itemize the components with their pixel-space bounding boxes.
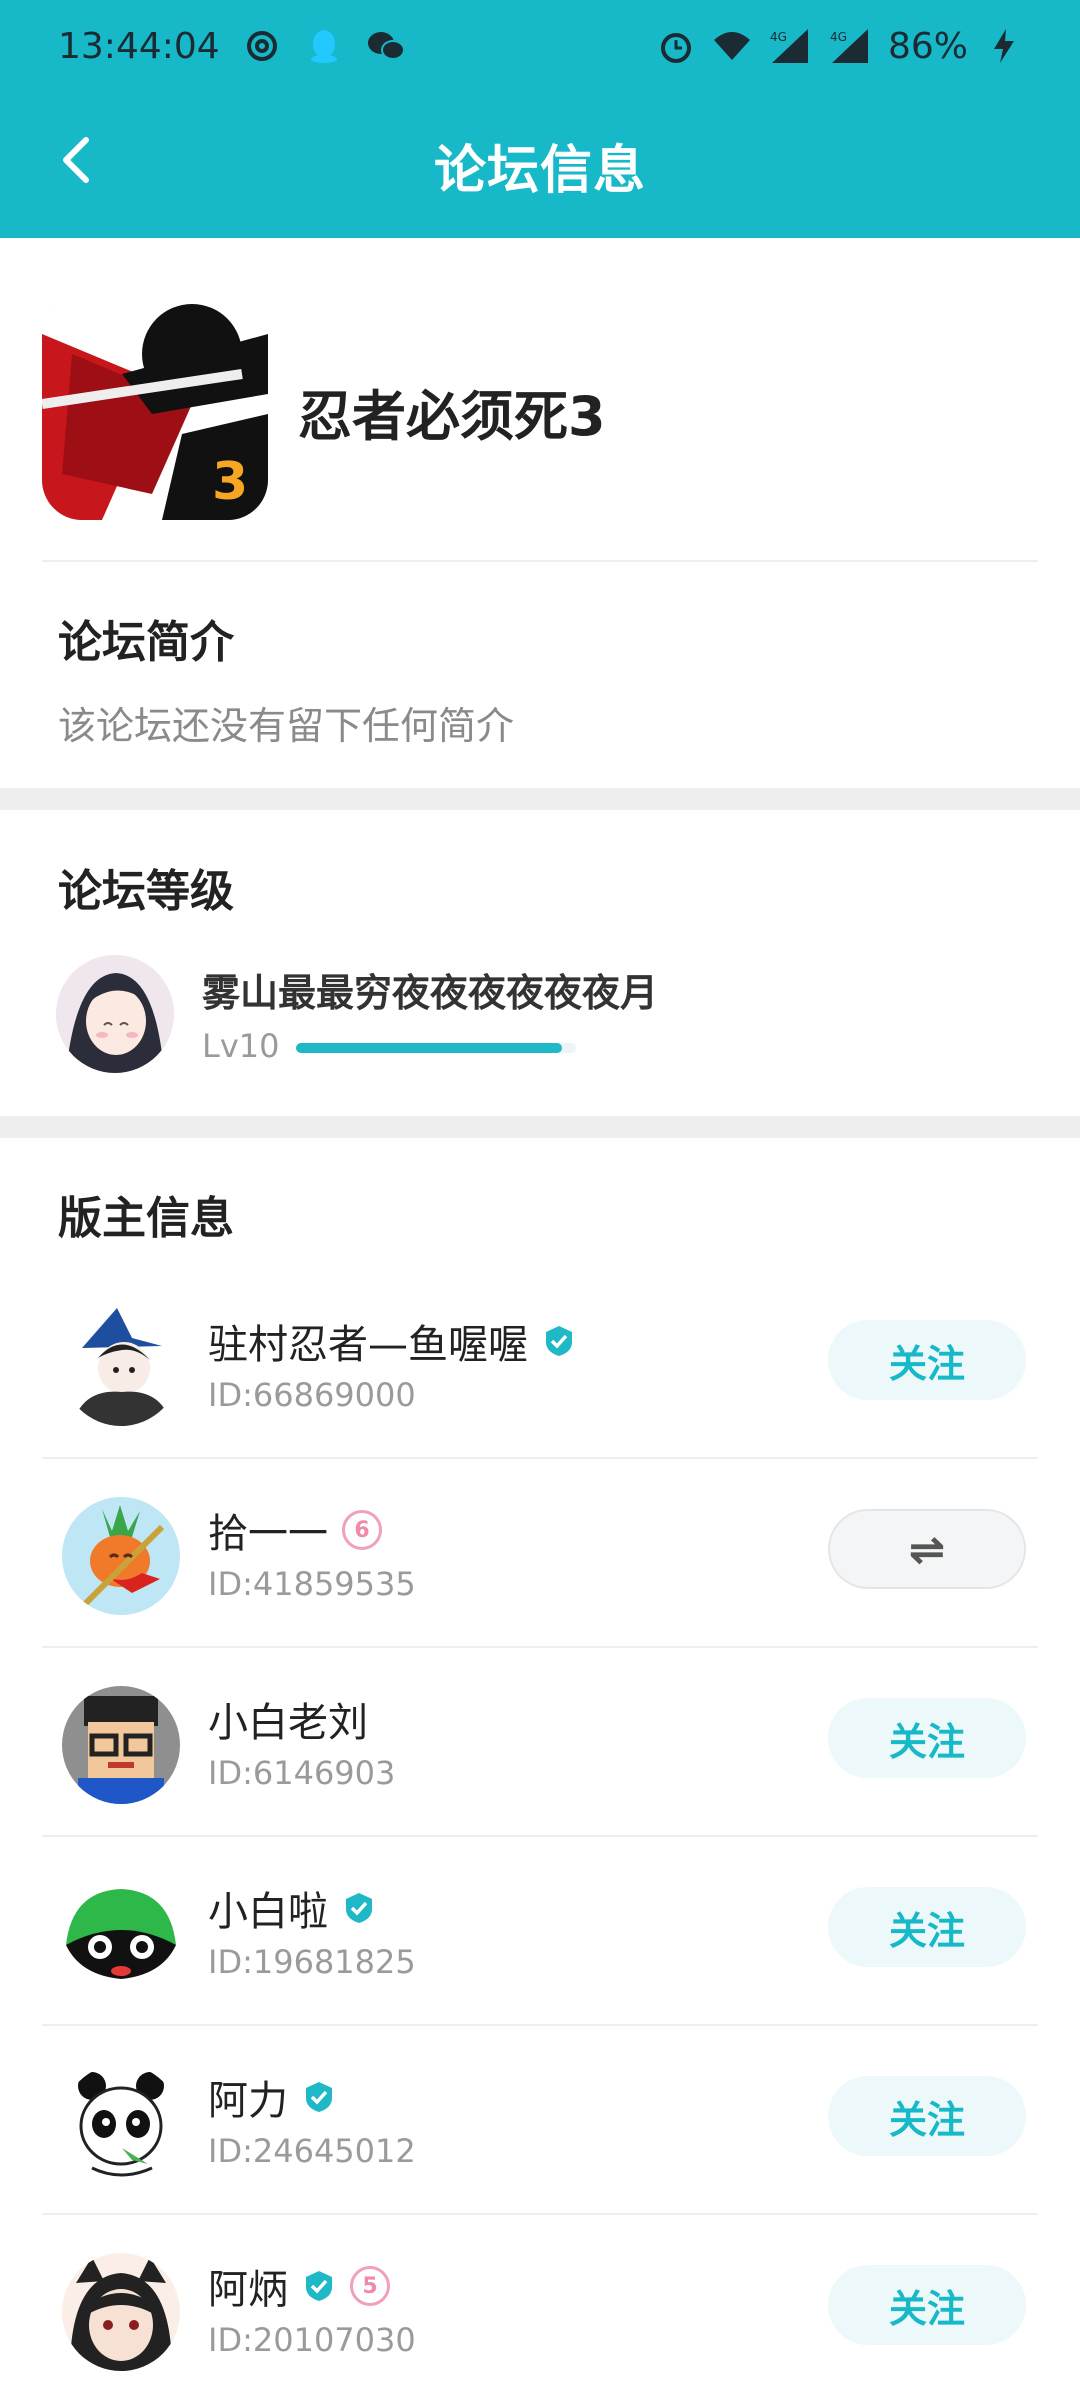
moderator-name: 小白老刘 <box>208 1700 368 1746</box>
verified-icon <box>542 1324 576 1358</box>
mutual-follow-button[interactable]: ⇌ <box>828 1509 1026 1589</box>
title-bar: 论坛信息 <box>0 92 1080 238</box>
wechat-icon <box>366 26 406 66</box>
battery-percent: 86% <box>887 25 968 67</box>
user-level-badge: 5 <box>350 2266 390 2306</box>
follow-button[interactable]: 关注 <box>828 2265 1026 2345</box>
divider <box>42 560 1038 562</box>
signal-icon-2: 4G <box>828 26 872 66</box>
moderator-id: ID:24645012 <box>208 2132 416 2170</box>
swirl-app-icon <box>242 26 282 66</box>
avatar[interactable] <box>62 1686 180 1804</box>
status-bar: 13:44:04 4G 4G 86% <box>0 0 1080 92</box>
intro-text: 该论坛还没有留下任何简介 <box>58 704 515 748</box>
level-progress-bar <box>296 1043 576 1053</box>
svg-text:4G: 4G <box>830 30 847 44</box>
list-item[interactable]: 驻村忍者—鱼喔喔 ID:66869000 关注 <box>0 1270 1080 1459</box>
forum-name: 忍者必须死3 <box>298 385 606 448</box>
follow-button[interactable]: 关注 <box>828 1887 1026 1967</box>
moderator-id: ID:66869000 <box>208 1376 416 1414</box>
user-level-badge: 6 <box>342 1510 382 1550</box>
moderator-name: 阿力 <box>208 2068 336 2126</box>
avatar[interactable] <box>62 1497 180 1615</box>
alarm-icon <box>656 26 696 66</box>
verified-icon <box>342 1891 376 1925</box>
page-title: 论坛信息 <box>433 140 646 201</box>
intro-title: 论坛简介 <box>58 617 234 668</box>
list-item[interactable]: 小白啦 ID:19681825 关注 <box>0 1837 1080 2026</box>
moderator-id: ID:20107030 <box>208 2321 416 2359</box>
avatar[interactable] <box>62 2253 180 2371</box>
follow-button[interactable]: 关注 <box>828 2076 1026 2156</box>
status-time: 13:44:04 <box>58 25 220 67</box>
level-user-name: 雾山最最穷夜夜夜夜夜夜月 <box>202 971 659 1015</box>
follow-button[interactable]: 关注 <box>828 1698 1026 1778</box>
level-label: Lv10 <box>202 1027 280 1065</box>
avatar[interactable] <box>56 955 174 1073</box>
list-item[interactable]: 阿力 ID:24645012 关注 <box>0 2026 1080 2215</box>
section-gap <box>0 1116 1080 1138</box>
follow-button[interactable]: 关注 <box>828 1320 1026 1400</box>
chevron-left-icon <box>63 137 89 183</box>
level-progress-fill <box>296 1043 562 1053</box>
moderator-name: 阿炳 5 <box>208 2257 390 2315</box>
list-item[interactable]: 阿炳 5 ID:20107030 关注 <box>0 2215 1080 2404</box>
avatar[interactable] <box>62 1308 180 1426</box>
forum-header: 3 忍者必须死3 <box>0 238 1080 562</box>
wifi-icon <box>712 26 752 66</box>
moderators-title: 版主信息 <box>58 1193 234 1244</box>
top-bar: 13:44:04 4G 4G 86% 论坛信息 <box>0 0 1080 238</box>
back-button[interactable] <box>36 120 116 200</box>
level-title: 论坛等级 <box>58 866 234 917</box>
section-gap <box>0 788 1080 810</box>
moderator-id: ID:41859535 <box>208 1565 416 1603</box>
forum-app-icon: 3 <box>42 294 268 520</box>
list-item[interactable]: 拾一一 6 ID:41859535 ⇌ <box>0 1459 1080 1648</box>
charging-icon <box>984 26 1024 66</box>
qq-icon <box>304 26 344 66</box>
verified-icon <box>302 2269 336 2303</box>
moderator-id: ID:6146903 <box>208 1754 396 1792</box>
signal-icon-1: 4G <box>768 26 812 66</box>
avatar[interactable] <box>62 1875 180 1993</box>
avatar[interactable] <box>62 2064 180 2182</box>
moderator-name: 驻村忍者—鱼喔喔 <box>208 1312 576 1370</box>
moderator-name: 小白啦 <box>208 1879 376 1937</box>
moderator-name: 拾一一 6 <box>208 1501 382 1559</box>
moderator-id: ID:19681825 <box>208 1943 416 1981</box>
swap-arrows-icon: ⇌ <box>909 1525 945 1573</box>
svg-text:3: 3 <box>212 452 248 512</box>
verified-icon <box>302 2080 336 2114</box>
list-item[interactable]: 小白老刘 ID:6146903 关注 <box>0 1648 1080 1837</box>
svg-text:4G: 4G <box>770 30 787 44</box>
